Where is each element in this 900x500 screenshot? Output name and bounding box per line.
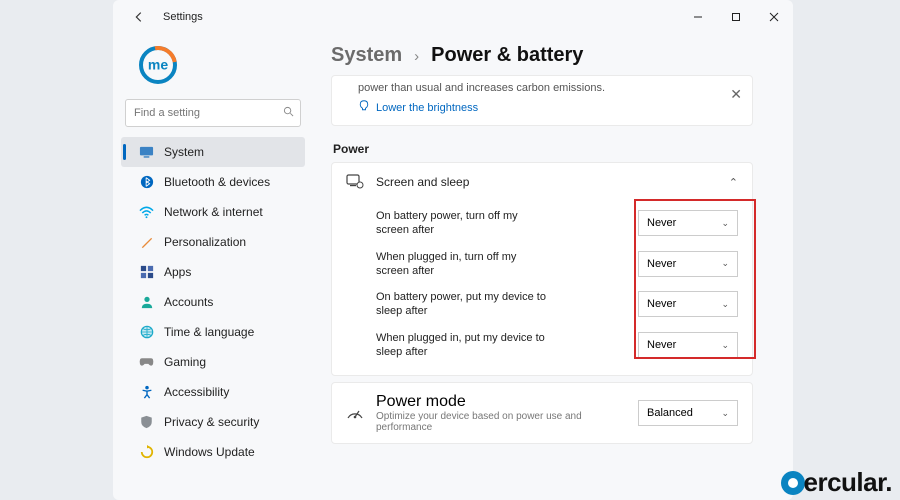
section-header-power: Power: [333, 142, 753, 156]
lightbulb-icon: [358, 100, 370, 115]
sidebar-item-accessibility[interactable]: Accessibility: [121, 377, 305, 407]
card-title: Power mode: [376, 393, 626, 411]
card-subtitle: Optimize your device based on power use …: [376, 411, 626, 433]
titlebar: Settings: [113, 0, 793, 34]
card-title: Screen and sleep: [376, 175, 469, 189]
minimize-button[interactable]: [679, 0, 717, 34]
close-icon[interactable]: ✕: [730, 86, 742, 103]
sidebar-item-label: Bluetooth & devices: [164, 175, 270, 189]
bluetooth-icon: [139, 175, 154, 190]
chevron-down-icon: ⌄: [721, 408, 729, 419]
sidebar-item-apps[interactable]: Apps: [121, 257, 305, 287]
sidebar-item-label: Privacy & security: [164, 415, 259, 429]
close-button[interactable]: [755, 0, 793, 34]
sidebar-item-network[interactable]: Network & internet: [121, 197, 305, 227]
sidebar-item-time-language[interactable]: Time & language: [121, 317, 305, 347]
globe-icon: [139, 325, 154, 340]
shield-icon: [139, 415, 154, 430]
tip-text: power than usual and increases carbon em…: [358, 82, 742, 94]
breadcrumb: System › Power & battery: [331, 44, 753, 67]
sidebar-item-label: Accounts: [164, 295, 213, 309]
main-panel: System › Power & battery power than usua…: [313, 34, 793, 500]
sidebar-item-personalization[interactable]: Personalization: [121, 227, 305, 257]
sidebar-item-label: Windows Update: [164, 445, 255, 459]
tip-card: power than usual and increases carbon em…: [331, 75, 753, 126]
apps-icon: [139, 265, 154, 280]
screen-sleep-rows: On battery power, turn off my screen aft…: [332, 201, 752, 375]
accessibility-icon: [139, 385, 154, 400]
chevron-right-icon: ›: [414, 48, 419, 65]
search-input[interactable]: [125, 99, 301, 127]
watermark-logo: ercular.: [781, 467, 892, 498]
sidebar-item-system[interactable]: System: [121, 137, 305, 167]
tip-link[interactable]: Lower the brightness: [358, 100, 742, 115]
dropdown-battery-screen[interactable]: Never⌄: [638, 210, 738, 236]
wifi-icon: [139, 205, 154, 220]
brush-icon: [139, 235, 154, 250]
screen-sleep-icon: [346, 173, 364, 191]
setting-row: When plugged in, put my device to sleep …: [376, 325, 738, 366]
setting-row: On battery power, turn off my screen aft…: [376, 203, 738, 244]
sidebar-item-label: Gaming: [164, 355, 206, 369]
power-mode-row[interactable]: Power mode Optimize your device based on…: [332, 383, 752, 443]
person-icon: [139, 295, 154, 310]
chevron-up-icon: ⌃: [729, 176, 738, 189]
dropdown-plugged-sleep[interactable]: Never⌄: [638, 332, 738, 358]
setting-label: On battery power, put my device to sleep…: [376, 290, 546, 319]
setting-row: On battery power, put my device to sleep…: [376, 284, 738, 325]
monitor-icon: [139, 145, 154, 160]
maximize-button[interactable]: [717, 0, 755, 34]
window-title: Settings: [163, 11, 203, 23]
nav-list: System Bluetooth & devices Network & int…: [121, 137, 305, 467]
sidebar-item-label: Personalization: [164, 235, 246, 249]
setting-label: When plugged in, turn off my screen afte…: [376, 250, 546, 279]
chevron-down-icon: ⌄: [721, 340, 729, 351]
sidebar-item-windows-update[interactable]: Windows Update: [121, 437, 305, 467]
watermark-icon: [781, 471, 805, 495]
dropdown-plugged-screen[interactable]: Never⌄: [638, 251, 738, 277]
sidebar-item-label: Time & language: [164, 325, 254, 339]
update-icon: [139, 445, 154, 460]
dropdown-battery-sleep[interactable]: Never⌄: [638, 291, 738, 317]
breadcrumb-root[interactable]: System: [331, 44, 402, 67]
sidebar-item-label: Network & internet: [164, 205, 263, 219]
settings-window: Settings me System: [113, 0, 793, 500]
breadcrumb-leaf: Power & battery: [431, 44, 583, 67]
chevron-down-icon: ⌄: [721, 218, 729, 229]
sidebar-item-gaming[interactable]: Gaming: [121, 347, 305, 377]
sidebar-item-label: Accessibility: [164, 385, 229, 399]
gamepad-icon: [139, 355, 154, 370]
power-mode-icon: [346, 404, 364, 422]
profile-logo[interactable]: me: [139, 46, 305, 89]
search-icon: [283, 106, 294, 120]
setting-label: On battery power, turn off my screen aft…: [376, 209, 546, 238]
sidebar: me System Bluetooth & devices: [113, 34, 313, 500]
back-button[interactable]: [123, 1, 155, 33]
setting-row: When plugged in, turn off my screen afte…: [376, 244, 738, 285]
dropdown-power-mode[interactable]: Balanced⌄: [638, 400, 738, 426]
chevron-down-icon: ⌄: [721, 299, 729, 310]
screen-sleep-header[interactable]: Screen and sleep ⌃: [332, 163, 752, 201]
power-mode-card: Power mode Optimize your device based on…: [331, 382, 753, 444]
sidebar-item-bluetooth[interactable]: Bluetooth & devices: [121, 167, 305, 197]
chevron-down-icon: ⌄: [721, 258, 729, 269]
window-controls: [679, 0, 793, 34]
sidebar-item-accounts[interactable]: Accounts: [121, 287, 305, 317]
sidebar-item-label: System: [164, 145, 204, 159]
search-input-wrap: [125, 99, 301, 127]
setting-label: When plugged in, put my device to sleep …: [376, 331, 546, 360]
sidebar-item-label: Apps: [164, 265, 191, 279]
sidebar-item-privacy[interactable]: Privacy & security: [121, 407, 305, 437]
screen-sleep-card: Screen and sleep ⌃ On battery power, tur…: [331, 162, 753, 376]
